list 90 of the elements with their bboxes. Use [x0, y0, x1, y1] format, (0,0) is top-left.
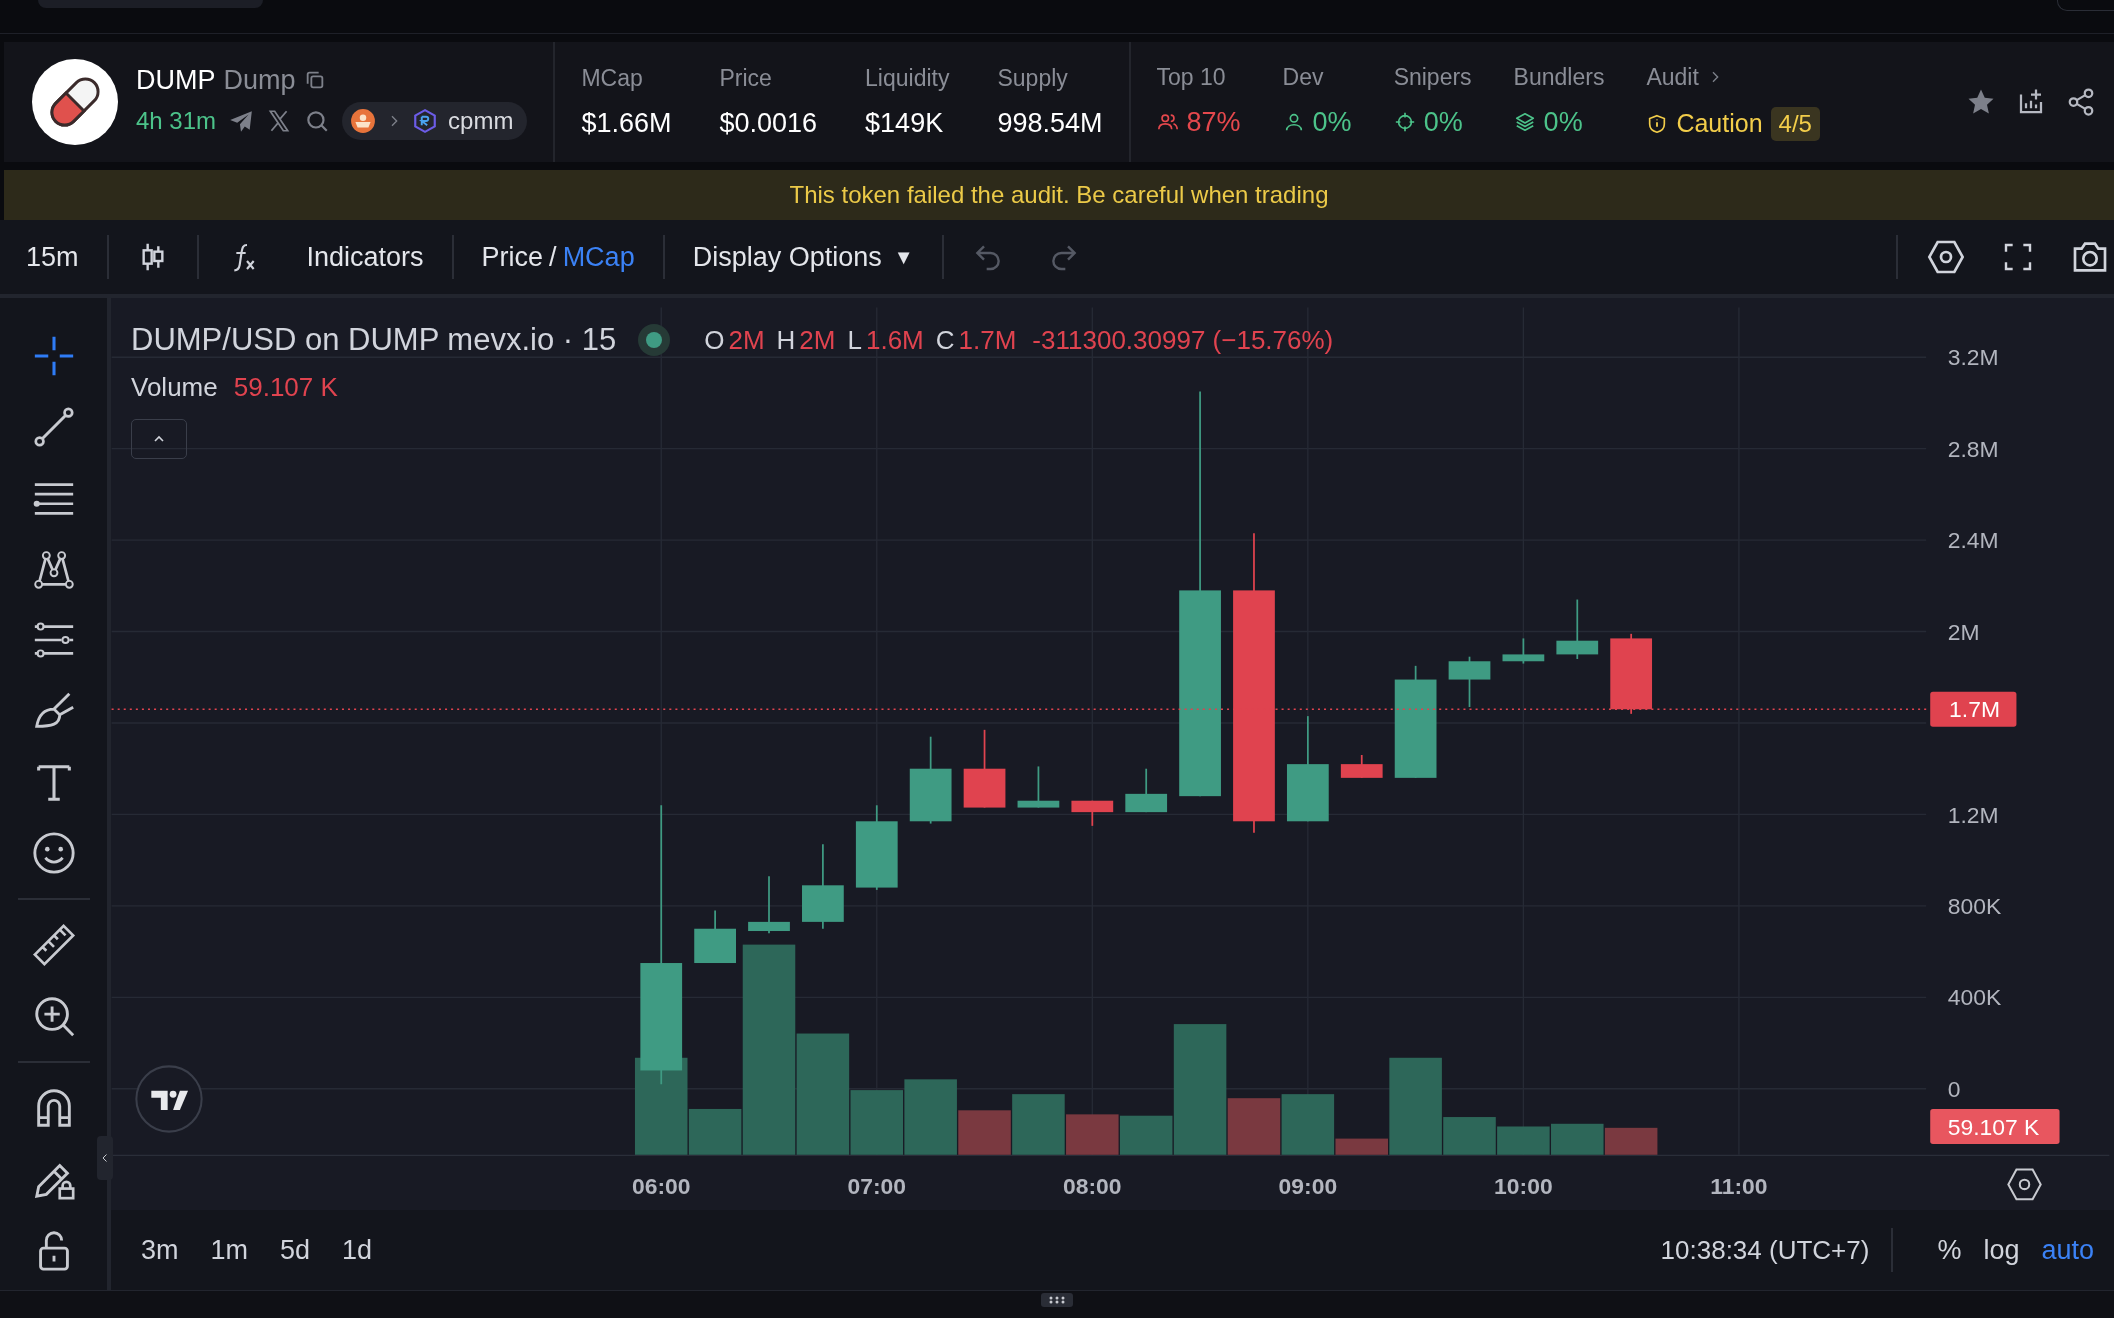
- pool-name: cpmm: [448, 106, 514, 135]
- axis-label: 1.2M: [1947, 801, 1999, 828]
- timeframe-button[interactable]: 1d: [342, 1234, 373, 1266]
- price-mode-toggle[interactable]: Price: [481, 241, 544, 273]
- stat-value: $1.66M: [581, 108, 672, 139]
- share-icon[interactable]: [2066, 87, 2096, 117]
- pool-chip[interactable]: cpmm: [342, 101, 528, 140]
- token-symbol: DUMP: [136, 64, 216, 96]
- candle: [1125, 767, 1168, 814]
- smiley-icon[interactable]: [30, 830, 77, 876]
- candle: [1340, 754, 1383, 779]
- timeframe-button[interactable]: 1m: [210, 1234, 249, 1266]
- risk-value: 0%: [1423, 106, 1463, 138]
- risk-label: Audit: [1646, 63, 1699, 91]
- stat-value: $149K: [865, 108, 945, 139]
- ohlc-value: 1.6M: [865, 324, 924, 356]
- risk-value: 0%: [1543, 106, 1583, 138]
- interval-button[interactable]: 15m: [26, 241, 79, 273]
- indicators-button[interactable]: Indicators: [226, 241, 424, 273]
- risk-label: Top 10: [1156, 63, 1227, 91]
- axis-label: 09:00: [1278, 1172, 1338, 1199]
- axis-label: 2.8M: [1947, 435, 1999, 462]
- ruler-icon[interactable]: [30, 922, 77, 968]
- candle: [1448, 655, 1491, 708]
- ohlc-label: O: [704, 324, 725, 356]
- scale-toggle[interactable]: auto: [2041, 1234, 2094, 1266]
- scale-toggle[interactable]: %: [1937, 1234, 1962, 1266]
- audit-status: Caution: [1676, 109, 1763, 138]
- separator-text: /: [549, 241, 557, 273]
- ohlc-value: 2M: [728, 324, 765, 356]
- stat-label: Price: [719, 65, 773, 92]
- risk-value: 0%: [1312, 106, 1352, 138]
- candle: [694, 909, 736, 964]
- ohlc-value: 1.7M: [958, 324, 1017, 356]
- settings-icon[interactable]: [2007, 1168, 2042, 1201]
- axis-label: 0: [1947, 1075, 1961, 1102]
- volume-bar: [1551, 1123, 1604, 1155]
- axis-label: 2M: [1947, 618, 1980, 645]
- stat-label: MCap: [581, 65, 644, 92]
- token-name: Dump: [223, 64, 296, 96]
- risk-label: Dev: [1282, 63, 1325, 91]
- axis-label: 11:00: [1710, 1172, 1768, 1199]
- timeframe-button[interactable]: 3m: [141, 1234, 179, 1266]
- ohlc-label: C: [935, 324, 955, 356]
- candle: [1071, 799, 1114, 827]
- stat-value: $0.0016: [719, 108, 818, 139]
- coin-icon: [350, 107, 377, 134]
- stat-label: Liquidity: [865, 65, 950, 92]
- ohlc-label: H: [776, 324, 796, 356]
- axis-label: 3.2M: [1947, 344, 1999, 371]
- volume-bar: [1604, 1127, 1658, 1155]
- bar-background: [2057, 0, 2114, 11]
- risk-label: Snipers: [1393, 63, 1472, 91]
- candle: [1556, 598, 1599, 660]
- stat-value: 998.54M: [997, 108, 1103, 139]
- price-change: -311300.30997 (−15.76%): [1032, 324, 1334, 356]
- risk-value: 87%: [1186, 106, 1241, 138]
- drag-handle-icon[interactable]: [1041, 1293, 1073, 1307]
- axis-label: 2.4M: [1947, 527, 1999, 554]
- axis-label: 10:00: [1494, 1172, 1553, 1199]
- ohlc-value: 2M: [799, 324, 836, 356]
- candle: [748, 875, 790, 935]
- fullscreen-icon[interactable]: [2002, 241, 2034, 273]
- risk-label: Bundlers: [1513, 63, 1605, 91]
- display-options-button[interactable]: Display Options ▼: [692, 241, 914, 273]
- axis-label: 06:00: [631, 1172, 691, 1199]
- volume-value: 59.107 K: [233, 372, 338, 403]
- axis-label: 08:00: [1063, 1172, 1122, 1199]
- pill-icon: [32, 59, 118, 145]
- token-age: 4h 31m: [136, 106, 217, 135]
- axis-label: 07:00: [847, 1172, 907, 1199]
- volume-tag: 59.107 K: [1930, 1108, 2060, 1144]
- chart-title: DUMP/USD on DUMP mevx.io · 15: [131, 322, 617, 358]
- clock-text: 10:38:34 (UTC+7): [1660, 1234, 1870, 1266]
- candle: [1502, 637, 1545, 665]
- volume-bar: [1497, 1126, 1550, 1155]
- price-tag: 1.7M: [1930, 691, 2017, 727]
- hexagon-icon: [412, 107, 439, 134]
- timeframe-button[interactable]: 5d: [280, 1234, 311, 1266]
- volume-label: Volume: [131, 372, 218, 403]
- ohlc-label: L: [847, 324, 862, 356]
- chart-logo-icon[interactable]: [135, 1065, 203, 1133]
- warning-banner: This token failed the audit. Be careful when trading: [4, 170, 2114, 220]
- axis-label: 800K: [1947, 892, 2002, 919]
- axis-label: 400K: [1947, 984, 2002, 1011]
- price-mode-toggle[interactable]: MCap: [562, 241, 635, 273]
- score-badge: 4/5: [1770, 106, 1820, 141]
- stat-label: Supply: [997, 65, 1069, 92]
- scale-toggle[interactable]: log: [1983, 1234, 2020, 1266]
- candle: [1017, 765, 1060, 809]
